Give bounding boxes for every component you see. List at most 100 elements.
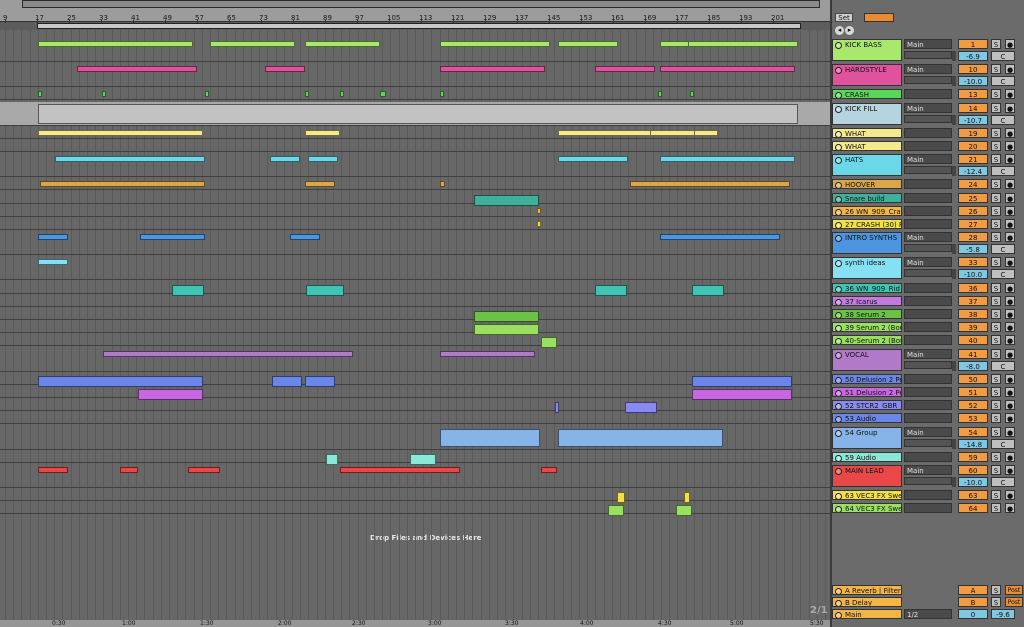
track-fold-icon[interactable] [835,285,842,292]
track-name[interactable]: HOOVER [832,179,902,190]
arrangement-lane[interactable] [0,489,830,502]
output-routing[interactable]: Main [904,348,952,359]
arm-icon[interactable]: ● [1005,426,1015,437]
arrangement-clip[interactable] [676,505,692,517]
track-activator[interactable]: 19 [958,127,988,138]
track-fold-icon[interactable] [835,493,842,500]
arrangement-clip[interactable] [440,181,445,188]
arrangement-clip[interactable] [38,467,68,473]
track-fold-icon[interactable] [835,235,842,243]
solo-button[interactable]: S [991,141,1001,151]
arm-icon[interactable]: ● [1005,348,1015,359]
track-fold-icon[interactable] [835,208,842,215]
arm-icon[interactable]: ● [1005,322,1015,333]
arrangement-clip[interactable] [272,375,302,387]
track-activator[interactable]: 28 [958,232,988,243]
output-routing[interactable] [904,490,952,501]
arrangement-clip[interactable] [103,350,353,357]
output-routing[interactable] [904,413,952,424]
output-routing[interactable] [904,179,952,190]
arrangement-clip[interactable] [305,181,335,188]
arrangement-clip[interactable] [440,41,550,47]
arrangement-clip[interactable] [692,284,724,296]
arrangement-lane[interactable] [0,334,830,347]
track-name[interactable]: WHAT [832,127,902,138]
arm-icon[interactable]: ● [1005,309,1015,319]
return-activator[interactable]: 0 [958,609,988,619]
arrangement-clip[interactable] [188,467,220,473]
track-activator[interactable]: 51 [958,387,988,397]
track-activator[interactable]: 21 [958,154,988,165]
return-track-name[interactable]: B Delay [832,597,902,607]
track-fold-icon[interactable] [835,312,842,318]
arrangement-lane[interactable] [0,218,830,230]
arm-icon[interactable]: ● [1005,503,1015,514]
arm-icon[interactable]: ● [1005,102,1015,113]
track-name[interactable]: 50 Delusion 2 Pe [832,373,902,384]
sub-routing[interactable] [904,114,952,123]
arrangement-clip[interactable] [270,156,300,163]
arm-icon[interactable]: ● [1005,400,1015,411]
arrangement-clip[interactable] [608,505,624,517]
volume-field[interactable]: -5.8 [958,244,988,255]
volume-field[interactable]: -14.8 [958,438,988,449]
track-fold-icon[interactable] [835,92,842,99]
volume-field[interactable]: -12.4 [958,166,988,177]
arm-icon[interactable]: ● [1005,282,1015,293]
arrangement-clip[interactable] [290,234,320,241]
arrangement-clip[interactable] [440,66,545,73]
track-fold-icon[interactable] [835,260,842,268]
output-routing[interactable] [904,141,952,151]
solo-button[interactable]: S [991,585,1001,595]
solo-button[interactable]: S [991,64,1001,75]
solo-button[interactable]: S [991,179,1001,190]
solo-button[interactable]: S [991,257,1001,268]
track-name[interactable]: 54 Group [832,426,902,449]
arm-icon[interactable]: ● [1005,89,1015,100]
track-name[interactable]: 27 CRASH (30) R [832,219,902,229]
track-fold-icon[interactable] [835,222,842,228]
track-activator[interactable]: 52 [958,400,988,411]
solo-button[interactable]: S [991,282,1001,293]
arrangement-lane[interactable] [0,308,830,320]
track-fold-icon[interactable] [835,468,842,475]
arrangement-clip[interactable] [595,284,627,296]
arm-icon[interactable]: ● [1005,39,1015,49]
arm-icon[interactable]: ● [1005,64,1015,75]
output-routing[interactable] [904,335,952,346]
solo-button[interactable]: S [991,387,1001,397]
pan-field[interactable]: C [991,76,1015,87]
sub-routing[interactable] [904,438,952,447]
set-button[interactable]: Set [835,13,853,22]
arrangement-clip[interactable] [305,375,335,387]
output-routing[interactable] [904,387,952,397]
arrangement-lane[interactable] [0,502,830,515]
arm-icon[interactable]: ● [1005,179,1015,190]
arrangement-clip[interactable] [326,453,338,465]
arrangement-clip[interactable] [658,91,662,98]
solo-button[interactable]: S [991,597,1001,607]
track-activator[interactable]: 27 [958,219,988,229]
arrangement-clip[interactable] [537,221,541,227]
track-activator[interactable]: 26 [958,205,988,216]
solo-button[interactable]: S [991,219,1001,229]
arrangement-clip[interactable] [625,402,657,414]
output-routing[interactable] [904,89,952,100]
track-activator[interactable]: 25 [958,192,988,203]
arrangement-clip[interactable] [265,66,305,73]
arm-icon[interactable]: ● [1005,413,1015,424]
volume-field[interactable]: -8.0 [958,360,988,371]
track-fold-icon[interactable] [835,157,842,165]
arm-icon[interactable]: ● [1005,335,1015,346]
arrangement-clip[interactable] [55,156,205,163]
track-activator[interactable]: 10 [958,64,988,75]
arrangement-clip[interactable] [690,91,694,98]
arrangement-clip[interactable] [305,41,380,47]
arrangement-clip[interactable] [140,234,205,241]
solo-button[interactable]: S [991,232,1001,243]
solo-button[interactable]: S [991,192,1001,203]
arrangement-clip[interactable] [38,91,42,98]
arrangement-clip[interactable] [537,207,541,214]
output-routing[interactable]: 1/2 [904,609,952,619]
arrangement-clip[interactable] [305,129,340,136]
